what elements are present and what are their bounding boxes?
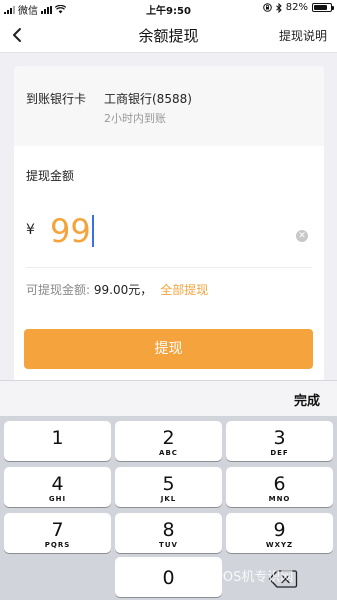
key-letters: GHI (48, 495, 67, 503)
amount-input[interactable]: 99 (50, 213, 94, 249)
clear-icon[interactable]: ✕ (296, 230, 308, 242)
key-4[interactable]: 4 GHI (4, 467, 111, 507)
battery-icon (312, 3, 334, 12)
withdraw-info-link[interactable]: 提现说明 (279, 27, 327, 44)
nav-bar: 余额提现 提现说明 (0, 17, 337, 53)
key-8[interactable]: 8 TUV (115, 513, 222, 553)
currency-symbol: ¥ (26, 222, 35, 238)
text-caret (91, 215, 94, 247)
key-letters: DEF (270, 449, 289, 457)
key-0[interactable]: 0 (115, 557, 222, 597)
key-digit: 5 (162, 473, 175, 495)
key-7[interactable]: 7 PQRS (4, 513, 111, 553)
chevron-left-icon[interactable] (8, 23, 28, 47)
key-digit: 3 (273, 427, 286, 449)
available-balance-row: 可提现金额: 99.00元， 全部提现 (26, 281, 208, 298)
amount-label: 提现金额 (26, 169, 75, 183)
key-letters: MNO (268, 495, 291, 503)
key-digit: 1 (51, 427, 64, 449)
amount-value: 99 (50, 212, 91, 250)
key-2[interactable]: 2 ABC (115, 421, 222, 461)
key-9[interactable]: 9 WXYZ (226, 513, 333, 553)
key-5[interactable]: 5 JKL (115, 467, 222, 507)
key-digit: 8 (162, 519, 175, 541)
key-digit: 9 (273, 519, 286, 541)
battery-percent: 82% (285, 2, 308, 13)
status-bar: 微信 上午9:50 82% (0, 0, 337, 17)
withdraw-all-link[interactable]: 全部提现 (160, 283, 208, 297)
status-right: 82% (262, 2, 334, 13)
backspace-icon[interactable] (268, 569, 298, 589)
key-digit: 7 (51, 519, 64, 541)
key-6[interactable]: 6 MNO (226, 467, 333, 507)
arrival-time-hint: 2小时内到账 (104, 112, 166, 125)
withdraw-submit-button[interactable]: 提现 (24, 329, 313, 369)
bank-card-name: 工商银行(8588) (104, 92, 192, 106)
key-digit: 2 (162, 427, 175, 449)
withdraw-card: 到账银行卡 工商银行(8588) 2小时内到账 提现金额 ¥ 99 ✕ 可提现金… (14, 66, 324, 382)
available-value: 99.00元， (93, 283, 153, 297)
key-3[interactable]: 3 DEF (226, 421, 333, 461)
key-1[interactable]: 1 (4, 421, 111, 461)
key-letters: TUV (159, 541, 178, 549)
keyboard-toolbar: 完成 (0, 380, 337, 416)
divider (26, 267, 312, 268)
key-letters: ABC (159, 449, 178, 457)
bank-card-selector[interactable]: 到账银行卡 工商银行(8588) 2小时内到账 (14, 66, 324, 146)
bank-card-label: 到账银行卡 (26, 92, 87, 106)
available-label: 可提现金额: (26, 283, 94, 297)
key-letters: PQRS (44, 541, 71, 549)
keyboard-done-button[interactable]: 完成 (294, 390, 320, 409)
key-letters: WXYZ (265, 541, 294, 549)
key-digit: 0 (162, 567, 175, 589)
key-digit: 6 (273, 473, 286, 495)
bluetooth-icon (275, 2, 282, 13)
key-digit: 4 (51, 473, 64, 495)
lock-rotation-icon (262, 3, 272, 12)
key-letters: JKL (160, 495, 177, 503)
